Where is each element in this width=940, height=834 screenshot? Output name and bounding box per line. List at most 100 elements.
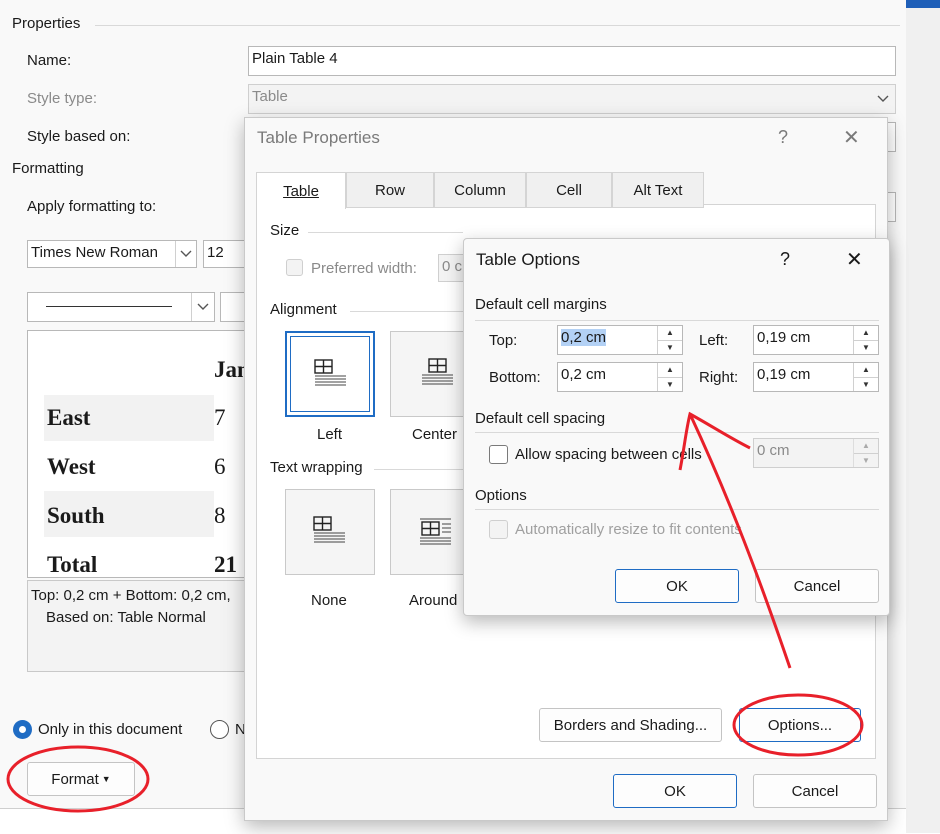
help-icon[interactable]: ? bbox=[780, 249, 790, 270]
wrap-none-option[interactable] bbox=[285, 489, 375, 575]
formatting-heading: Formatting bbox=[12, 160, 84, 177]
spin-up-icon[interactable]: ▲ bbox=[854, 439, 878, 454]
borders-shading-label: Borders and Shading... bbox=[553, 716, 708, 734]
spacing-value: 0 cm bbox=[757, 442, 790, 459]
apply-to-label: Apply formatting to: bbox=[27, 198, 157, 215]
wrapping-heading: Text wrapping bbox=[270, 459, 363, 476]
format-button-label: Format bbox=[51, 770, 99, 788]
spacing-stepper[interactable]: ▲ ▼ bbox=[853, 439, 878, 467]
tab-cell-label: Cell bbox=[556, 181, 582, 199]
tab-row-label: Row bbox=[374, 181, 405, 199]
chevron-down-icon bbox=[871, 85, 895, 113]
spin-down-icon[interactable]: ▼ bbox=[854, 454, 878, 468]
options-button[interactable]: Options... bbox=[739, 708, 861, 742]
tab-column[interactable]: Column bbox=[434, 172, 526, 208]
auto-resize-checkbox[interactable] bbox=[489, 520, 508, 539]
table-properties-title: Table Properties bbox=[257, 128, 380, 147]
caret-down-icon: ▼ bbox=[101, 774, 111, 784]
chevron-down-icon bbox=[191, 293, 214, 321]
bottom-margin-stepper[interactable]: ▲ ▼ bbox=[657, 363, 682, 391]
tab-cell[interactable]: Cell bbox=[526, 172, 612, 208]
wrap-none-label: None bbox=[311, 592, 347, 609]
bottom-margin-value: 0,2 cm bbox=[561, 366, 607, 383]
options-button-label: Options... bbox=[767, 716, 833, 734]
spin-down-icon[interactable]: ▼ bbox=[854, 341, 878, 355]
wrap-around-icon bbox=[420, 518, 451, 545]
left-margin-value: 0,19 cm bbox=[757, 329, 811, 346]
left-margin-input[interactable]: 0,19 cm ▲ ▼ bbox=[753, 325, 879, 355]
left-margin-stepper[interactable]: ▲ ▼ bbox=[853, 326, 878, 354]
tab-strip: Table Row Column Cell Alt Text bbox=[256, 172, 706, 209]
border-style-select[interactable] bbox=[27, 292, 215, 322]
wrap-none-icon bbox=[313, 516, 345, 543]
only-doc-label: Only in this document bbox=[38, 721, 183, 738]
table-options-ok-button[interactable]: OK bbox=[615, 569, 739, 603]
allow-spacing-checkbox[interactable] bbox=[489, 445, 508, 464]
border-width-select[interactable] bbox=[220, 292, 246, 322]
spin-down-icon[interactable]: ▼ bbox=[658, 341, 682, 355]
style-preview: Jan East 7 West 6 South 8 Total 21 bbox=[27, 330, 249, 578]
bottom-margin-input[interactable]: 0,2 cm ▲ ▼ bbox=[557, 362, 683, 392]
close-icon[interactable]: ✕ bbox=[846, 247, 863, 272]
right-label: Right: bbox=[699, 369, 739, 386]
alignment-divider bbox=[350, 311, 463, 312]
wrap-around-option[interactable] bbox=[390, 489, 466, 575]
borders-shading-button[interactable]: Borders and Shading... bbox=[539, 708, 722, 742]
align-left-label: Left bbox=[317, 426, 343, 443]
options-heading: Options bbox=[475, 487, 527, 504]
preferred-width-label: Preferred width: bbox=[311, 260, 417, 277]
tab-table-label: Table bbox=[283, 182, 319, 200]
size-select[interactable]: 12 bbox=[203, 240, 245, 268]
spin-up-icon[interactable]: ▲ bbox=[658, 326, 682, 341]
tab-table[interactable]: Table bbox=[256, 172, 346, 209]
top-margin-input[interactable]: 0,2 cm ▲ ▼ bbox=[557, 325, 683, 355]
chevron-down-icon bbox=[175, 241, 196, 267]
ok-label: OK bbox=[664, 782, 686, 800]
right-margin-input[interactable]: 0,19 cm ▲ ▼ bbox=[753, 362, 879, 392]
right-margin-stepper[interactable]: ▲ ▼ bbox=[853, 363, 878, 391]
style-type-select[interactable]: Table bbox=[248, 84, 896, 114]
table-properties-ok-button[interactable]: OK bbox=[613, 774, 737, 808]
preferred-width-input[interactable]: 0 c bbox=[438, 254, 464, 282]
line-sample bbox=[46, 306, 172, 307]
preview-row-label: East bbox=[47, 405, 91, 430]
preview-row-label: Total bbox=[47, 552, 98, 577]
spin-down-icon[interactable]: ▼ bbox=[658, 378, 682, 392]
table-options-dialog bbox=[463, 238, 890, 616]
align-center-option[interactable] bbox=[390, 331, 466, 417]
spin-up-icon[interactable]: ▲ bbox=[658, 363, 682, 378]
spin-down-icon[interactable]: ▼ bbox=[854, 378, 878, 392]
spin-up-icon[interactable]: ▲ bbox=[854, 326, 878, 341]
window-edge-accent bbox=[906, 0, 940, 8]
close-icon[interactable]: ✕ bbox=[843, 125, 860, 150]
table-options-title: Table Options bbox=[476, 250, 580, 269]
help-icon[interactable]: ? bbox=[778, 127, 788, 148]
new-docs-radio[interactable] bbox=[210, 720, 229, 739]
font-select[interactable]: Times New Roman bbox=[27, 240, 197, 268]
spacing-input[interactable]: 0 cm ▲ ▼ bbox=[753, 438, 879, 468]
wrap-around-label: Around bbox=[409, 592, 458, 609]
table-options-cancel-button[interactable]: Cancel bbox=[755, 569, 879, 603]
allow-spacing-label: Allow spacing between cells bbox=[515, 446, 702, 463]
tab-alt-text[interactable]: Alt Text bbox=[612, 172, 704, 208]
preview-row-value: 8 bbox=[214, 503, 226, 528]
preferred-width-checkbox[interactable] bbox=[286, 259, 303, 276]
tab-row[interactable]: Row bbox=[346, 172, 434, 208]
only-doc-radio-dot bbox=[19, 726, 26, 733]
left-label: Left: bbox=[699, 332, 729, 349]
properties-heading: Properties bbox=[12, 15, 81, 32]
cancel-label: Cancel bbox=[793, 577, 841, 595]
size-heading: Size bbox=[270, 222, 300, 239]
top-margin-stepper[interactable]: ▲ ▼ bbox=[657, 326, 682, 354]
format-button[interactable]: Format ▼ bbox=[27, 762, 135, 796]
table-properties-cancel-button[interactable]: Cancel bbox=[753, 774, 877, 808]
auto-resize-label: Automatically resize to fit contents bbox=[515, 521, 742, 538]
align-center-icon bbox=[422, 358, 453, 385]
align-left-option[interactable] bbox=[285, 331, 375, 417]
spin-up-icon[interactable]: ▲ bbox=[854, 363, 878, 378]
description-line-2: Based on: Table Normal bbox=[46, 609, 206, 626]
spacing-divider bbox=[475, 432, 879, 433]
document-background bbox=[906, 8, 940, 833]
name-input[interactable]: Plain Table 4 bbox=[248, 46, 896, 76]
align-center-label: Center bbox=[412, 426, 458, 443]
